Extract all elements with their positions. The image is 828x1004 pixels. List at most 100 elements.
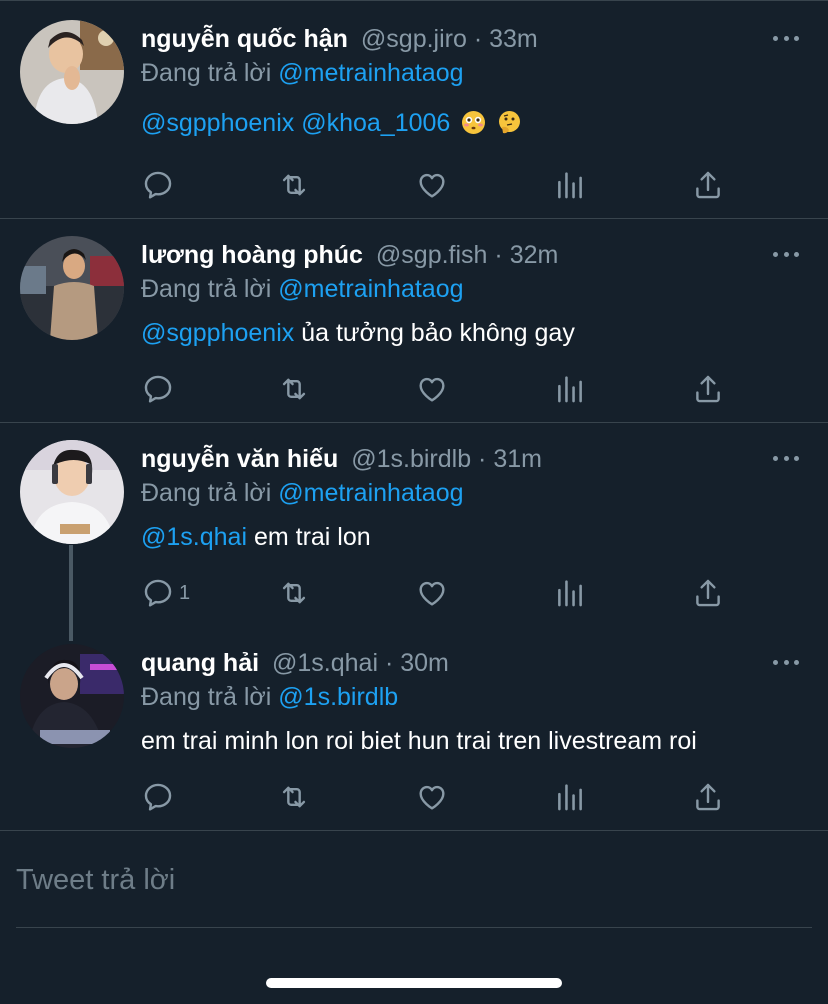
tweet[interactable]: nguyễn văn hiếu @1s.birdlb · 31m Đang tr…: [0, 423, 828, 628]
analytics-button[interactable]: [553, 576, 587, 610]
separator-dot: ·: [473, 25, 483, 53]
like-icon: [419, 173, 445, 198]
replying-to-mention[interactable]: @metrainhataog: [278, 59, 463, 87]
more-icon[interactable]: [773, 250, 799, 258]
timestamp[interactable]: 33m: [489, 25, 538, 53]
retweet-button[interactable]: [277, 168, 311, 202]
replying-to-label: Đang trả lời: [141, 479, 272, 507]
tweet-actions: 1: [141, 576, 741, 610]
timestamp[interactable]: 31m: [493, 445, 542, 473]
tweet-body: em trai lon: [247, 523, 371, 551]
share-icon: [696, 171, 720, 199]
tweet-actions: [141, 780, 741, 814]
user-handle[interactable]: @1s.birdlb: [351, 445, 471, 473]
thinking-face-emoji: [499, 111, 521, 134]
tweet-actions: [141, 372, 741, 406]
analytics-button[interactable]: [553, 780, 587, 814]
reply-count: 1: [179, 581, 191, 604]
share-icon: [696, 375, 720, 403]
avatar[interactable]: [20, 644, 124, 748]
avatar[interactable]: [20, 20, 124, 124]
tweet[interactable]: quang hải @1s.qhai · 30m Đang trả lời @1…: [0, 628, 828, 831]
display-name[interactable]: nguyễn quốc hận: [141, 25, 348, 53]
tweet-text: @sgpphoenix @khoa_1006: [141, 108, 522, 138]
display-name[interactable]: nguyễn văn hiếu: [141, 445, 338, 473]
avatar[interactable]: [20, 440, 124, 544]
analytics-button[interactable]: [553, 168, 587, 202]
reply-icon: [144, 171, 172, 199]
user-handle[interactable]: @sgp.jiro: [361, 25, 467, 53]
share-button[interactable]: [691, 372, 725, 406]
tweet-body: em trai minh lon roi biet hun trai tren …: [141, 727, 697, 755]
more-icon[interactable]: [773, 658, 799, 666]
retweet-icon: [282, 786, 306, 808]
tweet-body: ủa tưởng bảo không gay: [294, 319, 575, 347]
tweet-actions: [141, 168, 741, 202]
like-button[interactable]: [415, 372, 449, 406]
replying-to: Đang trả lời @1s.birdlb: [141, 682, 398, 712]
share-icon: [696, 579, 720, 607]
tweet-header: nguyễn văn hiếu @1s.birdlb · 31m: [141, 444, 542, 474]
reply-button[interactable]: [141, 168, 179, 202]
tweet-header: lương hoàng phúc @sgp.fish · 32m: [141, 240, 558, 270]
retweet-button[interactable]: [277, 780, 311, 814]
tweet-header: quang hải @1s.qhai · 30m: [141, 648, 449, 678]
reply-button[interactable]: 1: [141, 576, 190, 610]
tweet-mentions[interactable]: @sgpphoenix: [141, 319, 294, 347]
analytics-icon: [558, 784, 582, 811]
share-icon: [696, 783, 720, 811]
like-icon: [419, 785, 445, 810]
reply-icon: [144, 579, 172, 607]
flushed-face-emoji: [462, 111, 486, 134]
reply-composer: [16, 860, 812, 928]
share-button[interactable]: [691, 576, 725, 610]
timestamp[interactable]: 30m: [400, 649, 449, 677]
like-button[interactable]: [415, 168, 449, 202]
reply-icon: [144, 783, 172, 811]
replying-to-label: Đang trả lời: [141, 683, 272, 711]
share-button[interactable]: [691, 780, 725, 814]
separator-dot: ·: [384, 649, 394, 677]
tweet-text: @sgpphoenix ủa tưởng bảo không gay: [141, 318, 575, 348]
more-icon[interactable]: [773, 454, 799, 462]
separator-dot: ·: [478, 445, 487, 473]
retweet-button[interactable]: [277, 576, 311, 610]
reply-button[interactable]: [141, 780, 179, 814]
separator-dot: ·: [494, 241, 503, 269]
like-icon: [419, 581, 445, 606]
tweet[interactable]: lương hoàng phúc @sgp.fish · 32m Đang tr…: [0, 219, 828, 423]
retweet-button[interactable]: [277, 372, 311, 406]
more-icon[interactable]: [773, 34, 799, 42]
like-button[interactable]: [415, 780, 449, 814]
replying-to: Đang trả lời @metrainhataog: [141, 274, 464, 304]
replying-to-mention[interactable]: @metrainhataog: [278, 479, 463, 507]
reply-button[interactable]: [141, 372, 179, 406]
tweet-text: @1s.qhai em trai lon: [141, 522, 371, 552]
replying-to-label: Đang trả lời: [141, 59, 272, 87]
reply-input[interactable]: [16, 860, 812, 900]
avatar[interactable]: [20, 236, 124, 340]
retweet-icon: [282, 174, 306, 196]
display-name[interactable]: quang hải: [141, 649, 259, 677]
tweet-mentions[interactable]: @1s.qhai: [141, 523, 247, 551]
replying-to: Đang trả lời @metrainhataog: [141, 58, 464, 88]
timestamp[interactable]: 32m: [510, 241, 559, 269]
replying-to: Đang trả lời @metrainhataog: [141, 478, 464, 508]
analytics-icon: [558, 580, 582, 607]
display-name[interactable]: lương hoàng phúc: [141, 241, 363, 269]
user-handle[interactable]: @sgp.fish: [376, 241, 488, 269]
retweet-icon: [282, 378, 306, 400]
analytics-icon: [558, 172, 582, 199]
tweet-mentions[interactable]: @sgpphoenix @khoa_1006: [141, 109, 450, 137]
analytics-button[interactable]: [553, 372, 587, 406]
reply-icon: [144, 375, 172, 403]
share-button[interactable]: [691, 168, 725, 202]
analytics-icon: [558, 376, 582, 403]
user-handle[interactable]: @1s.qhai: [272, 649, 378, 677]
home-indicator[interactable]: [266, 978, 562, 988]
retweet-icon: [282, 582, 306, 604]
replying-to-mention[interactable]: @metrainhataog: [278, 275, 463, 303]
replying-to-mention[interactable]: @1s.birdlb: [278, 683, 398, 711]
tweet[interactable]: nguyễn quốc hận @sgp.jiro · 33m Đang trả…: [0, 0, 828, 219]
like-button[interactable]: [415, 576, 449, 610]
